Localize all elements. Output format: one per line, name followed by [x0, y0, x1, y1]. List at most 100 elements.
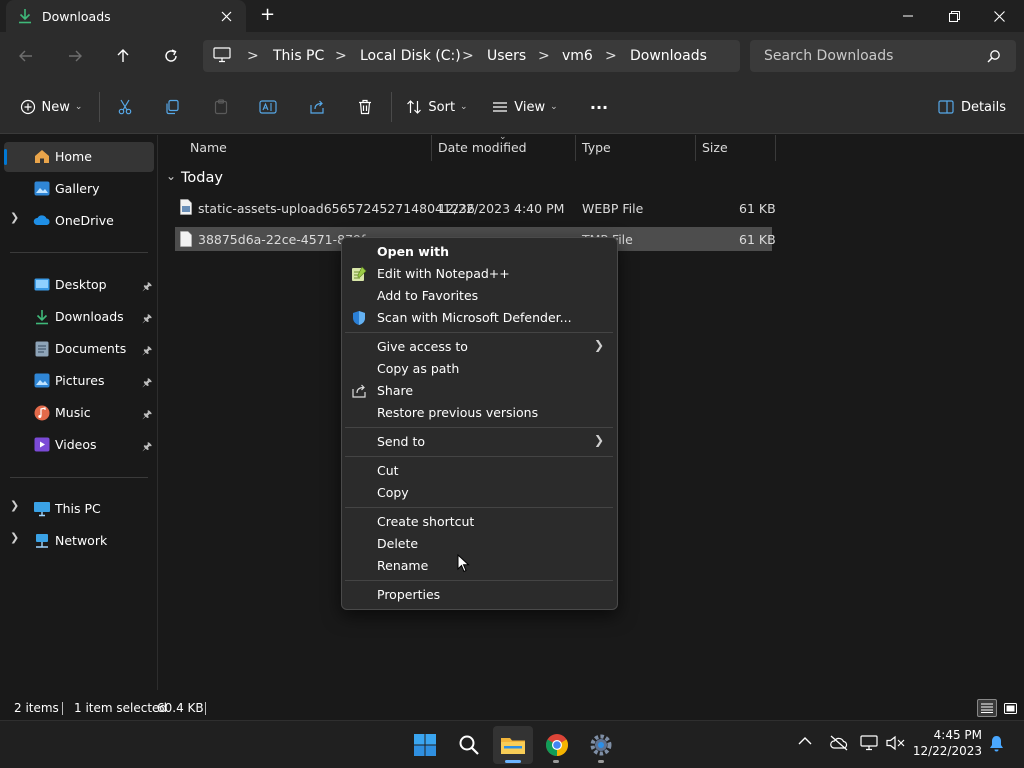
close-window-button[interactable]: [976, 0, 1022, 32]
file-icon: [180, 199, 192, 215]
details-button-label: Details: [960, 99, 1007, 115]
delete-button[interactable]: [350, 92, 380, 122]
status-item-count: 2 items: [14, 701, 59, 715]
cut-button[interactable]: [110, 92, 140, 122]
breadcrumb-separator-icon[interactable]: >: [335, 48, 347, 64]
menu-item-properties[interactable]: Properties: [344, 584, 614, 606]
forward-button[interactable]: [59, 40, 91, 72]
group-header-today[interactable]: Today: [181, 170, 223, 186]
menu-item-copy[interactable]: Copy: [344, 482, 614, 504]
share-button[interactable]: [302, 92, 332, 122]
details-view-icon: [981, 703, 993, 713]
menu-item-add-favorites[interactable]: Add to Favorites: [344, 285, 614, 307]
pin-icon[interactable]: 🖈: [142, 278, 152, 297]
breadcrumb-vm6[interactable]: vm6: [562, 48, 593, 64]
menu-item-edit-notepad[interactable]: Edit with Notepad++: [344, 263, 614, 285]
restore-button[interactable]: [931, 0, 977, 32]
onedrive-offline-icon[interactable]: [829, 735, 849, 751]
menu-item-give-access[interactable]: Give access to ❯: [344, 336, 614, 358]
notification-bell-icon[interactable]: [989, 735, 1004, 752]
defender-shield-icon: [351, 310, 367, 326]
new-button[interactable]: New ⌄: [14, 92, 88, 122]
breadcrumb-separator-icon[interactable]: >: [538, 48, 550, 64]
this-pc-icon: [33, 501, 51, 517]
refresh-button[interactable]: [155, 40, 187, 72]
menu-item-label: Add to Favorites: [377, 288, 479, 303]
start-button[interactable]: [405, 726, 445, 764]
details-pane-icon: [938, 100, 954, 114]
file-icon: [180, 231, 192, 247]
group-collapse-chevron-icon[interactable]: ⌄: [166, 169, 176, 183]
search-icon[interactable]: [987, 49, 1001, 63]
details-button[interactable]: Details: [932, 92, 1012, 122]
breadcrumb-downloads[interactable]: Downloads: [630, 48, 707, 64]
menu-item-open-with[interactable]: Open with: [344, 241, 614, 263]
back-button[interactable]: [10, 40, 42, 72]
menu-item-label: Open with: [377, 244, 450, 259]
volume-muted-icon[interactable]: [886, 735, 906, 751]
expand-chevron-icon[interactable]: ❯: [10, 531, 19, 544]
tab-title: Downloads: [42, 9, 111, 24]
menu-item-create-shortcut[interactable]: Create shortcut: [344, 511, 614, 533]
breadcrumb-separator-icon[interactable]: >: [247, 48, 259, 64]
menu-item-restore-versions[interactable]: Restore previous versions: [344, 402, 614, 424]
menu-item-delete[interactable]: Delete: [344, 533, 614, 555]
view-button[interactable]: View ⌄: [488, 92, 562, 122]
breadcrumb-local-disk[interactable]: Local Disk (C:): [360, 48, 461, 64]
breadcrumb-this-pc[interactable]: This PC: [273, 48, 324, 64]
tiles-view-toggle[interactable]: [1000, 699, 1020, 717]
column-divider[interactable]: [775, 135, 776, 161]
column-header-date[interactable]: Date modified: [438, 140, 527, 155]
close-tab-icon[interactable]: [218, 8, 234, 24]
taskbar-search-button[interactable]: [449, 726, 489, 764]
taskbar-file-explorer[interactable]: [493, 726, 533, 764]
pin-icon[interactable]: 🖈: [142, 310, 152, 329]
network-status-icon[interactable]: [860, 735, 878, 751]
documents-icon: [35, 341, 49, 357]
menu-item-copy-path[interactable]: Copy as path: [344, 358, 614, 380]
clock-date[interactable]: 12/22/2023: [912, 744, 982, 758]
expand-chevron-icon[interactable]: ❯: [10, 211, 19, 224]
more-options-button[interactable]: ···: [584, 92, 614, 122]
pin-icon[interactable]: 🖈: [142, 406, 152, 425]
details-view-toggle[interactable]: [977, 699, 997, 717]
pin-icon[interactable]: 🖈: [142, 374, 152, 393]
up-button[interactable]: [107, 40, 139, 72]
menu-item-label: Scan with Microsoft Defender...: [377, 310, 572, 325]
column-divider[interactable]: [431, 135, 432, 161]
pin-icon[interactable]: 🖈: [142, 342, 152, 361]
menu-item-send-to[interactable]: Send to ❯: [344, 431, 614, 453]
taskbar-settings[interactable]: [581, 726, 621, 764]
expand-chevron-icon[interactable]: ❯: [10, 499, 19, 512]
column-header-size[interactable]: Size: [702, 140, 728, 155]
sort-button[interactable]: Sort ⌄: [402, 92, 472, 122]
column-divider[interactable]: [575, 135, 576, 161]
settings-gear-icon: [589, 733, 613, 757]
minimize-button[interactable]: [885, 0, 931, 32]
show-hidden-icons-chevron-icon[interactable]: [798, 736, 812, 746]
copy-button[interactable]: [157, 92, 187, 122]
search-input[interactable]: Search Downloads: [764, 48, 893, 64]
new-tab-button[interactable]: +: [260, 4, 275, 25]
column-header-name[interactable]: Name: [190, 140, 227, 155]
breadcrumb-separator-icon[interactable]: >: [605, 48, 617, 64]
column-header-type[interactable]: Type: [582, 140, 611, 155]
menu-item-rename[interactable]: Rename: [344, 555, 614, 577]
taskbar-chrome[interactable]: [537, 726, 577, 764]
menu-item-scan-defender[interactable]: Scan with Microsoft Defender...: [344, 307, 614, 329]
pin-icon[interactable]: 🖈: [142, 438, 152, 457]
breadcrumb-separator-icon[interactable]: >: [462, 48, 474, 64]
file-explorer-icon: [500, 734, 526, 756]
status-selected-count: 1 item selected: [74, 701, 168, 715]
clock-time[interactable]: 4:45 PM: [916, 728, 982, 742]
menu-item-cut[interactable]: Cut: [344, 460, 614, 482]
pictures-icon: [34, 373, 50, 388]
paste-button[interactable]: [206, 92, 236, 122]
rename-button[interactable]: [253, 92, 283, 122]
breadcrumb-users[interactable]: Users: [487, 48, 526, 64]
view-list-icon: [492, 99, 508, 115]
menu-item-label: Send to: [377, 434, 426, 449]
sidebar-item-label: Pictures: [55, 373, 105, 388]
column-divider[interactable]: [695, 135, 696, 161]
menu-item-share[interactable]: Share: [344, 380, 614, 402]
